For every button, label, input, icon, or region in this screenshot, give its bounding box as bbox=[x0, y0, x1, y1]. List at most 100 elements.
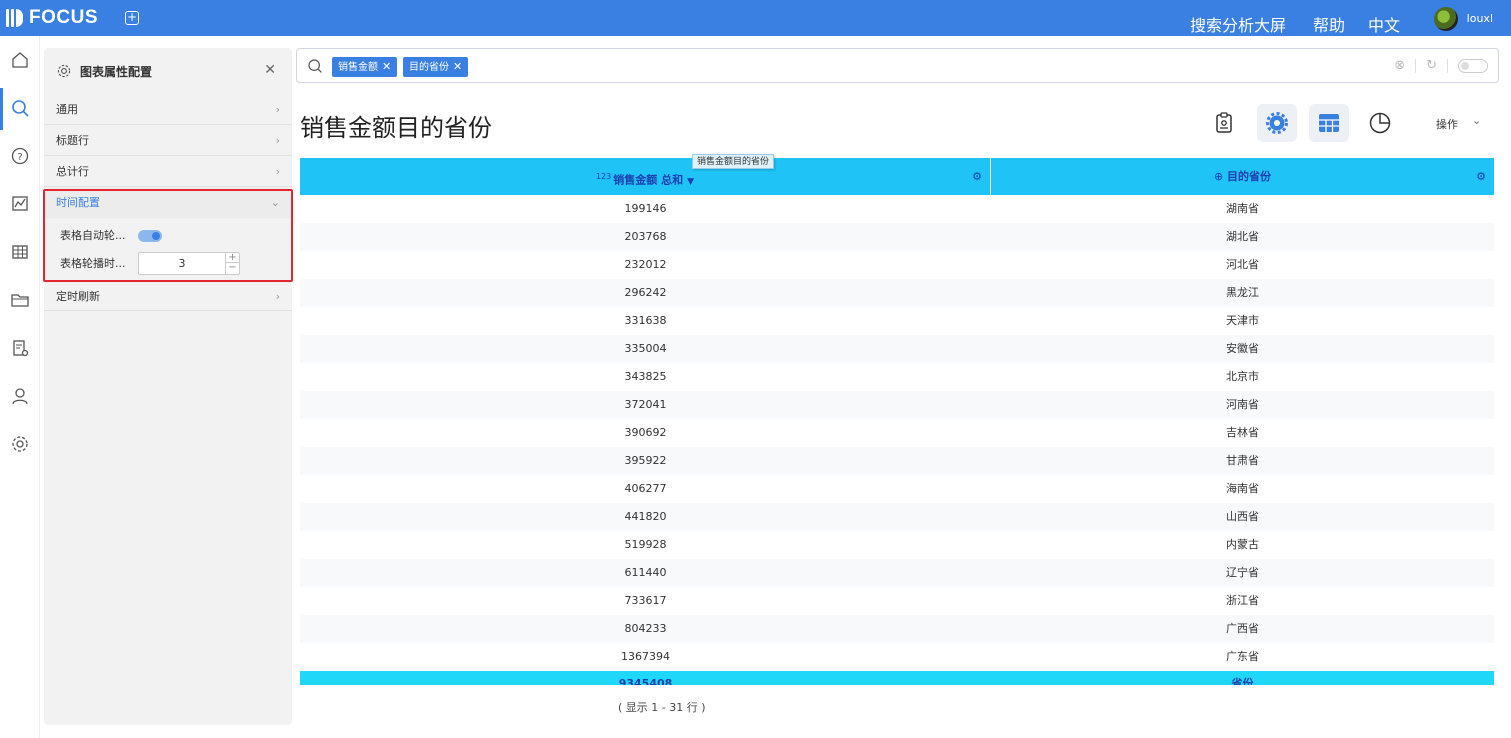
search-screen-link[interactable]: 搜索分析大屏 bbox=[1190, 12, 1286, 36]
footer-total: 9345408 bbox=[618, 677, 673, 685]
column-settings-icon[interactable]: ⚙ bbox=[972, 158, 982, 195]
chevron-down-icon[interactable]: ⌄ bbox=[1472, 114, 1481, 127]
search-icon[interactable] bbox=[307, 58, 323, 74]
panel-title: 图表属性配置 bbox=[80, 64, 153, 79]
sort-desc-icon[interactable]: ▼ bbox=[687, 177, 694, 187]
clipboard-icon bbox=[1216, 112, 1232, 133]
sales-cell: 232012 bbox=[624, 258, 667, 271]
logo-mark-icon bbox=[6, 9, 23, 27]
report-settings-icon[interactable] bbox=[10, 338, 30, 358]
table-row[interactable]: 335004 安徽省 bbox=[300, 335, 1494, 363]
table-row[interactable]: 232012 河北省 bbox=[300, 251, 1494, 279]
search-chip[interactable]: 目的省份 ✕ bbox=[403, 57, 469, 77]
table-row[interactable]: 331638 天津市 bbox=[300, 307, 1494, 335]
logo-text: FOCUS bbox=[29, 7, 98, 28]
section-total-row[interactable]: 总计行 › bbox=[44, 156, 292, 187]
username[interactable]: louxl bbox=[1467, 12, 1493, 25]
chart-icon[interactable] bbox=[10, 194, 30, 214]
sales-cell: 203768 bbox=[624, 230, 667, 243]
table-row[interactable]: 1367394 广东省 bbox=[300, 643, 1494, 671]
user-icon[interactable] bbox=[10, 386, 30, 406]
data-table: 123 销售金额 总和 ▼ ⚙ ⊕ 目的省份 ⚙ 销售金额目的省份 199146 湖南… bbox=[300, 154, 1494, 671]
settings-icon[interactable] bbox=[10, 434, 30, 454]
help-link[interactable]: 帮助 bbox=[1313, 12, 1345, 36]
table-row[interactable]: 519928 内蒙古 bbox=[300, 531, 1494, 559]
chip-close-icon[interactable]: ✕ bbox=[382, 60, 391, 73]
table-row[interactable]: 372041 河南省 bbox=[300, 391, 1494, 419]
chart-settings-button[interactable] bbox=[1257, 104, 1297, 142]
table-row[interactable]: 733617 浙江省 bbox=[300, 587, 1494, 615]
numeric-type-icon: 123 bbox=[595, 172, 612, 181]
column-header-province[interactable]: ⊕ 目的省份 ⚙ bbox=[991, 158, 1494, 195]
table-row[interactable]: 441820 山西省 bbox=[300, 503, 1494, 531]
province-cell: 浙江省 bbox=[1226, 594, 1259, 607]
table-icon[interactable] bbox=[10, 242, 30, 262]
divider bbox=[1447, 58, 1448, 73]
help-icon[interactable]: ? bbox=[10, 146, 30, 166]
province-cell: 湖北省 bbox=[1226, 230, 1259, 243]
section-scheduled-refresh[interactable]: 定时刷新 › bbox=[44, 280, 292, 311]
footer-label: 省份 bbox=[1231, 677, 1254, 685]
avatar[interactable] bbox=[1434, 7, 1458, 31]
table-icon bbox=[1319, 114, 1339, 132]
sales-cell: 611440 bbox=[624, 566, 667, 579]
table-row[interactable]: 804233 广西省 bbox=[300, 615, 1494, 643]
sales-cell: 804233 bbox=[624, 622, 667, 635]
panel-header: 图表属性配置 bbox=[44, 48, 292, 94]
column-settings-icon[interactable]: ⚙ bbox=[1476, 158, 1486, 195]
column-header-label: 销售金额 总和 bbox=[613, 173, 684, 187]
pie-chart-button[interactable] bbox=[1360, 104, 1400, 142]
focus-logo[interactable]: FOCUS bbox=[6, 7, 98, 28]
column-header-sales[interactable]: 123 销售金额 总和 ▼ ⚙ bbox=[300, 158, 991, 195]
sales-cell: 390692 bbox=[624, 426, 667, 439]
search-chip[interactable]: 销售金额 ✕ bbox=[332, 57, 398, 77]
search-bar[interactable]: 销售金额 ✕ 目的省份 ✕ ⊗ ↻ bbox=[296, 48, 1499, 83]
add-tab-button[interactable]: + bbox=[125, 11, 139, 25]
column-header-label: 目的省份 bbox=[1227, 170, 1272, 183]
province-cell: 广西省 bbox=[1226, 622, 1259, 635]
table-header: 123 销售金额 总和 ▼ ⚙ ⊕ 目的省份 ⚙ 销售金额目的省份 bbox=[300, 154, 1494, 195]
province-cell: 山西省 bbox=[1226, 510, 1259, 523]
province-cell: 辽宁省 bbox=[1226, 566, 1259, 579]
close-icon[interactable]: ✕ bbox=[264, 62, 276, 78]
sales-cell: 441820 bbox=[624, 510, 667, 523]
operations-dropdown[interactable]: 操作 bbox=[1436, 116, 1458, 132]
sales-cell: 372041 bbox=[624, 398, 667, 411]
table-row[interactable]: 296242 黑龙江 bbox=[300, 279, 1494, 307]
sales-cell: 406277 bbox=[624, 482, 667, 495]
globe-icon: ⊕ bbox=[1213, 170, 1224, 183]
province-cell: 海南省 bbox=[1226, 482, 1259, 495]
section-general[interactable]: 通用 › bbox=[44, 94, 292, 125]
province-cell: 河北省 bbox=[1226, 258, 1259, 271]
refresh-icon[interactable]: ↻ bbox=[1426, 58, 1437, 73]
province-cell: 内蒙古 bbox=[1226, 538, 1259, 551]
search-mode-toggle[interactable] bbox=[1458, 58, 1488, 73]
table-view-button[interactable] bbox=[1309, 104, 1349, 142]
sales-cell: 519928 bbox=[624, 538, 667, 551]
home-icon[interactable] bbox=[10, 50, 30, 70]
search-icon[interactable] bbox=[10, 98, 30, 118]
chip-close-icon[interactable]: ✕ bbox=[453, 60, 462, 73]
table-row[interactable]: 395922 甘肃省 bbox=[300, 447, 1494, 475]
table-row[interactable]: 406277 海南省 bbox=[300, 475, 1494, 503]
clipboard-button[interactable] bbox=[1204, 104, 1244, 142]
gear-icon bbox=[1266, 112, 1288, 134]
table-row[interactable]: 390692 吉林省 bbox=[300, 419, 1494, 447]
section-general-label: 通用 bbox=[56, 103, 78, 116]
search-bar-actions: ⊗ ↻ bbox=[1394, 58, 1488, 73]
folder-icon[interactable] bbox=[10, 290, 30, 310]
sales-cell: 395922 bbox=[624, 454, 667, 467]
section-total-row-label: 总计行 bbox=[56, 165, 89, 178]
province-cell: 天津市 bbox=[1226, 314, 1259, 327]
chevron-right-icon: › bbox=[275, 165, 280, 178]
table-row[interactable]: 199146 湖南省 bbox=[300, 195, 1494, 223]
top-bar: FOCUS + 搜索分析大屏 帮助 中文 louxl bbox=[0, 0, 1511, 36]
table-row[interactable]: 611440 辽宁省 bbox=[300, 559, 1494, 587]
language-switch[interactable]: 中文 bbox=[1368, 12, 1400, 36]
header-tooltip: 销售金额目的省份 bbox=[692, 154, 775, 169]
section-header-row[interactable]: 标题行 › bbox=[44, 125, 292, 156]
table-row[interactable]: 343825 北京市 bbox=[300, 363, 1494, 391]
gear-icon bbox=[57, 64, 71, 78]
clear-icon[interactable]: ⊗ bbox=[1394, 58, 1405, 73]
table-row[interactable]: 203768 湖北省 bbox=[300, 223, 1494, 251]
